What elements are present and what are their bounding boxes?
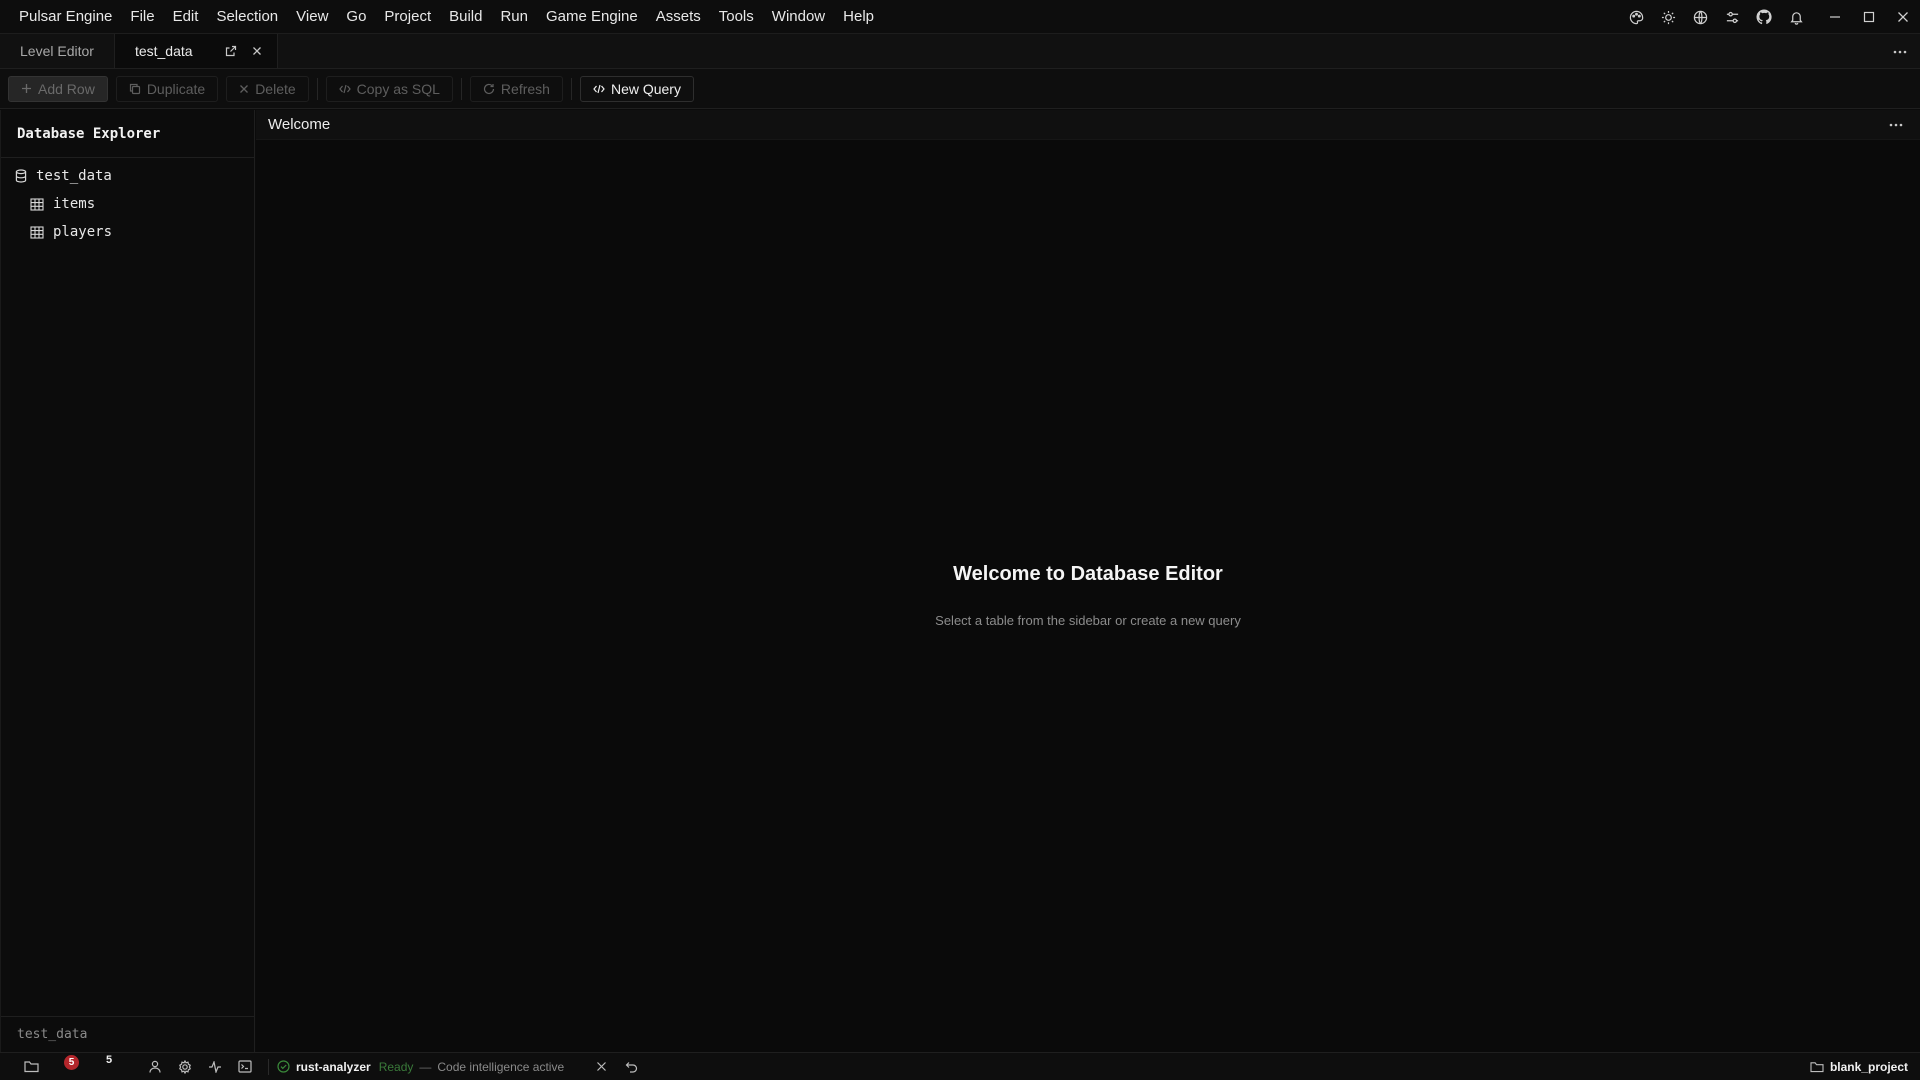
- github-icon[interactable]: [1748, 0, 1780, 34]
- sliders-icon[interactable]: [1716, 0, 1748, 34]
- title-bar: Pulsar Engine File Edit Selection View G…: [0, 0, 1920, 34]
- menu-go[interactable]: Go: [337, 0, 375, 34]
- sidebar-footer: test_data: [1, 1016, 254, 1052]
- toolbar-divider: [460, 77, 462, 100]
- copy-as-sql-button[interactable]: Copy as SQL: [325, 75, 453, 102]
- database-explorer-sidebar: Database Explorer test_data items player…: [0, 110, 255, 1052]
- project-name: blank_project: [1829, 1060, 1908, 1074]
- problems-badge: 5: [64, 1054, 79, 1070]
- lsp-name[interactable]: rust-analyzer: [296, 1060, 371, 1074]
- add-row-label: Add Row: [38, 80, 95, 97]
- x-icon: [239, 84, 249, 94]
- warnings-indicator[interactable]: 5: [98, 1053, 140, 1080]
- status-divider: [268, 1058, 269, 1075]
- refresh-button[interactable]: Refresh: [469, 75, 563, 102]
- duplicate-label: Duplicate: [146, 80, 206, 97]
- menu-project[interactable]: Project: [375, 0, 440, 34]
- menu-tools[interactable]: Tools: [710, 0, 763, 34]
- more-horizontal-icon[interactable]: [1888, 40, 1912, 64]
- sidebar-title: Database Explorer: [1, 110, 254, 158]
- table-name: players: [53, 224, 113, 240]
- more-horizontal-icon[interactable]: [1884, 113, 1908, 137]
- table-icon: [30, 225, 44, 239]
- table-icon: [30, 197, 44, 211]
- database-icon: [15, 169, 27, 183]
- close-icon[interactable]: [586, 1053, 616, 1080]
- table-name: items: [53, 196, 96, 212]
- welcome-heading: Welcome to Database Editor: [953, 563, 1223, 585]
- new-query-button[interactable]: New Query: [579, 75, 694, 102]
- tree-item-table[interactable]: items: [1, 190, 254, 218]
- terminal-icon[interactable]: [230, 1053, 260, 1080]
- globe-icon[interactable]: [1684, 0, 1716, 34]
- database-name: test_data: [36, 168, 112, 184]
- tab-label: test_data: [134, 43, 193, 59]
- user-icon[interactable]: [140, 1053, 170, 1080]
- code-icon: [338, 84, 351, 94]
- toolbar-divider: [316, 77, 318, 100]
- toolbar-divider: [570, 77, 572, 100]
- menu-view[interactable]: View: [287, 0, 337, 34]
- add-row-button[interactable]: Add Row: [8, 75, 108, 102]
- menu-game-engine[interactable]: Game Engine: [537, 0, 647, 34]
- tree-item-database[interactable]: test_data: [1, 162, 254, 190]
- plus-icon: [21, 83, 32, 94]
- menu-file[interactable]: File: [121, 0, 163, 34]
- menu-app[interactable]: Pulsar Engine: [10, 0, 121, 34]
- sun-icon[interactable]: [1652, 0, 1684, 34]
- editor-tab-bar: Level Editor test_data: [0, 34, 1920, 69]
- tab-test-data[interactable]: test_data: [114, 34, 278, 68]
- tab-level-editor[interactable]: Level Editor: [0, 34, 115, 68]
- close-icon[interactable]: [1886, 0, 1920, 34]
- menu-edit[interactable]: Edit: [164, 0, 208, 34]
- menu-assets[interactable]: Assets: [647, 0, 710, 34]
- undo-icon[interactable]: [616, 1053, 646, 1080]
- menu-run[interactable]: Run: [491, 0, 537, 34]
- bell-icon[interactable]: [1780, 0, 1812, 34]
- welcome-subtitle: Select a table from the sidebar or creat…: [935, 613, 1241, 628]
- duplicate-button[interactable]: Duplicate: [115, 75, 219, 102]
- panel-title: Welcome: [256, 110, 1920, 140]
- external-link-icon[interactable]: [219, 39, 243, 63]
- database-toolbar: Add Row Duplicate Delete Copy as SQL Ref…: [0, 69, 1920, 109]
- menu-help[interactable]: Help: [834, 0, 883, 34]
- main-panel: Welcome Welcome to Database Editor Selec…: [256, 110, 1920, 1052]
- problems-indicator[interactable]: 5: [46, 1053, 98, 1080]
- tree-item-table[interactable]: players: [1, 218, 254, 246]
- menu-selection[interactable]: Selection: [207, 0, 287, 34]
- refresh-icon: [483, 83, 495, 95]
- project-indicator[interactable]: blank_project: [1810, 1053, 1908, 1080]
- palette-icon[interactable]: [1620, 0, 1652, 34]
- lsp-status: Ready: [378, 1059, 414, 1074]
- folder-icon: [1810, 1061, 1824, 1073]
- copy-as-sql-label: Copy as SQL: [356, 80, 440, 97]
- tab-close-icon[interactable]: [245, 39, 269, 63]
- copy-icon: [129, 83, 141, 95]
- minimize-icon[interactable]: [1818, 0, 1852, 34]
- code-icon: [593, 84, 605, 94]
- delete-button[interactable]: Delete: [226, 75, 309, 102]
- activity-icon[interactable]: [200, 1053, 230, 1080]
- delete-label: Delete: [255, 80, 296, 97]
- menu-window[interactable]: Window: [763, 0, 834, 34]
- refresh-label: Refresh: [500, 80, 550, 97]
- maximize-icon[interactable]: [1852, 0, 1886, 34]
- title-icons: [1620, 0, 1920, 34]
- tab-label: Level Editor: [20, 43, 94, 59]
- new-query-label: New Query: [610, 80, 681, 97]
- menu-build[interactable]: Build: [440, 0, 491, 34]
- warnings-count: 5: [106, 1053, 113, 1066]
- check-circle-icon: [277, 1060, 290, 1073]
- lsp-message: Code intelligence active: [437, 1059, 565, 1074]
- menu-bar: Pulsar Engine File Edit Selection View G…: [0, 0, 883, 33]
- folder-icon[interactable]: [16, 1053, 46, 1080]
- status-bar: 5 5 rust-analyzer Ready — Code intellige…: [0, 1052, 1920, 1080]
- settings-icon[interactable]: [170, 1053, 200, 1080]
- status-separator: —: [419, 1059, 432, 1074]
